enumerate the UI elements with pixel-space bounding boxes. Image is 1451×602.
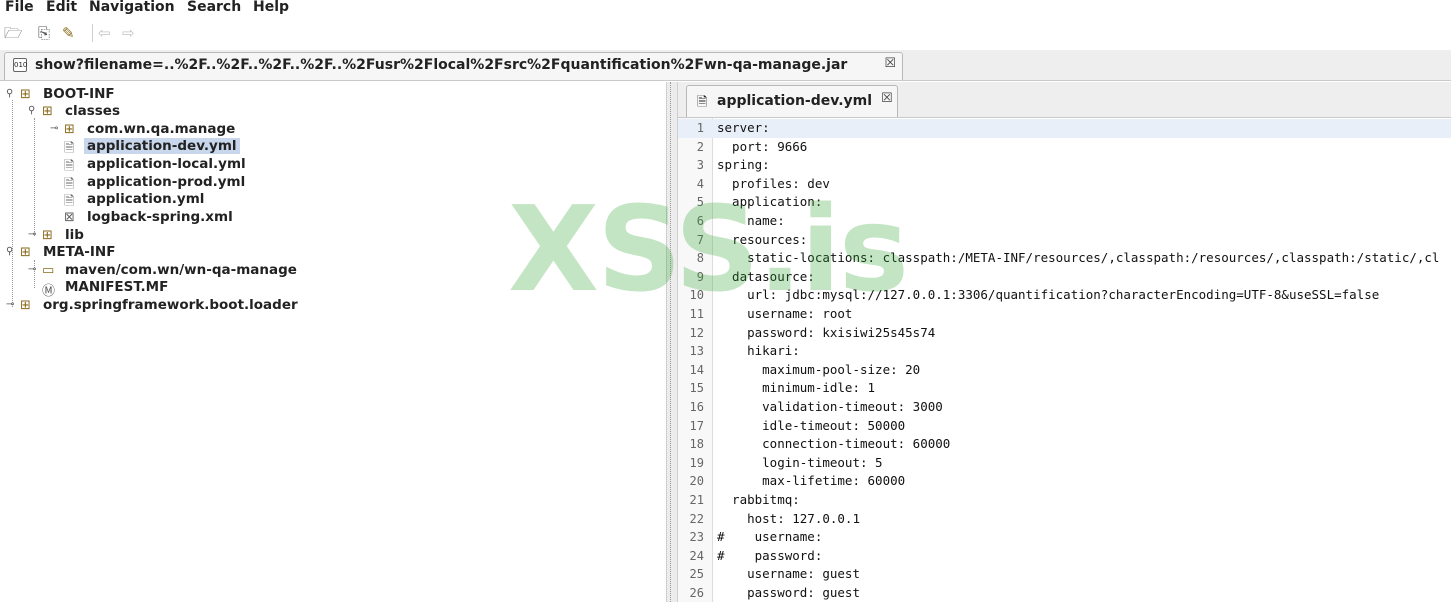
line-number: 16 — [689, 400, 704, 414]
file-icon: 🗎 — [697, 95, 708, 110]
expanded-toggle-icon[interactable]: ⚲ — [6, 88, 13, 99]
line-number: 3 — [696, 158, 704, 173]
watermark: XSS.is — [508, 184, 909, 314]
code-line: 16 validation-timeout: 3000 — [678, 398, 1451, 417]
tree-line — [12, 100, 13, 307]
code-line: 24 # password: — [678, 547, 1451, 566]
expanded-toggle-icon[interactable]: ⚲ — [28, 105, 35, 116]
line-number: 22 — [689, 511, 704, 526]
code-text: server: — [717, 120, 770, 135]
package-icon: ⊞ — [64, 122, 75, 137]
code-line: 19 login-timeout: 5 — [678, 454, 1451, 473]
jar-tab[interactable]: 010 show?filename=..%2F..%2F..%2F..%2F..… — [4, 52, 903, 80]
line-number: 2 — [696, 139, 704, 154]
file-tree: ⚲ ⊞ BOOT-INF ⚲ ⊞ classes ⊸ ⊞ com.wn.qa.m… — [0, 82, 666, 602]
code-line: 12 password: kxisiwi25s45s74 — [678, 324, 1451, 343]
code-line: 17 idle-timeout: 50000 — [678, 417, 1451, 436]
code-text: host: 127.0.0.1 — [717, 510, 860, 526]
menu-navigation[interactable]: Navigation — [89, 0, 175, 15]
code-text: # password: — [717, 547, 823, 563]
line-number: 21 — [689, 493, 704, 507]
line-number: 24 — [689, 548, 704, 563]
menu-search[interactable]: Search — [187, 0, 241, 15]
line-number: 23 — [689, 530, 704, 545]
divider-grip — [670, 82, 674, 602]
xml-file-icon: ⊠ — [64, 210, 75, 225]
toolbar: 🗁 ⎘ ✎ ⇦ ⇨ — [0, 18, 1451, 48]
line-number: 13 — [689, 344, 704, 359]
code-text: maximum-pool-size: 20 — [717, 361, 921, 377]
code-line: 14 maximum-pool-size: 20 — [678, 361, 1451, 380]
forward-arrow-icon[interactable]: ⇨ — [122, 24, 135, 42]
code-text: login-timeout: 5 — [717, 454, 883, 470]
line-number: 18 — [689, 437, 704, 452]
code-line: 15 minimum-idle: 1 — [678, 379, 1451, 398]
line-number: 1 — [696, 121, 704, 135]
close-icon[interactable]: ☒ — [881, 91, 893, 106]
code-line: 20 max-lifetime: 60000 — [678, 472, 1451, 491]
code-text: spring: — [717, 157, 770, 173]
code-line: 26 password: guest — [678, 584, 1451, 602]
editor-pane: 🗎 application-dev.yml ☒ 1 server: 2 port: … — [678, 82, 1451, 602]
menu-file[interactable]: File — [5, 0, 34, 15]
close-icon[interactable]: ☒ — [884, 56, 896, 71]
code-text: hikari: — [717, 343, 800, 359]
package-icon: ⊞ — [20, 298, 31, 313]
package-icon: ⊞ — [20, 87, 31, 102]
line-number: 15 — [689, 381, 704, 396]
code-text: password: kxisiwi25s45s74 — [717, 324, 936, 340]
jar-tab-label: show?filename=..%2F..%2F..%2F..%2F..%2Fu… — [35, 57, 848, 73]
code-text: connection-timeout: 60000 — [717, 436, 951, 452]
code-text: port: 9666 — [717, 138, 808, 154]
code-text: validation-timeout: 3000 — [717, 399, 943, 414]
code-line: 2 port: 9666 — [678, 138, 1451, 157]
package-icon: ⊞ — [42, 104, 53, 119]
menu-edit[interactable]: Edit — [46, 0, 77, 15]
menu-help[interactable]: Help — [253, 0, 289, 15]
code-line: 1 server: — [678, 119, 1451, 138]
collapsed-toggle-icon[interactable]: ⊸ — [28, 264, 36, 275]
line-number: 26 — [689, 586, 704, 600]
collapsed-toggle-icon[interactable]: ⊸ — [28, 229, 36, 240]
code-text: password: guest — [717, 585, 860, 600]
editor-tab-strip: 🗎 application-dev.yml ☒ — [678, 82, 1451, 118]
code-text: idle-timeout: 50000 — [717, 417, 906, 433]
code-line: 25 username: guest — [678, 565, 1451, 584]
line-number: 17 — [689, 418, 704, 433]
open-folder-icon[interactable]: 🗁 — [4, 24, 23, 42]
line-number: 12 — [689, 325, 704, 340]
expanded-toggle-icon[interactable]: ⚲ — [6, 246, 13, 257]
code-text: # username: — [717, 529, 823, 545]
code-text: rabbitmq: — [717, 492, 800, 507]
line-number: 25 — [689, 567, 704, 582]
collapsed-toggle-icon[interactable]: ⊸ — [6, 299, 14, 310]
back-arrow-icon[interactable]: ⇦ — [98, 24, 111, 42]
split-pane-divider[interactable] — [666, 82, 678, 602]
code-line: 3 spring: — [678, 156, 1451, 175]
menu-bar: File Edit Navigation Search Help — [0, 0, 1451, 18]
tree-line — [34, 118, 35, 236]
code-line: 23 # username: — [678, 528, 1451, 547]
line-number: 14 — [689, 362, 704, 377]
code-text: minimum-idle: 1 — [717, 380, 876, 396]
wand-icon[interactable]: ✎ — [62, 24, 75, 42]
line-number: 19 — [689, 455, 704, 470]
package-icon: ⊞ — [42, 228, 53, 243]
package-icon: ⊞ — [20, 245, 31, 260]
code-line: 22 host: 127.0.0.1 — [678, 510, 1451, 529]
folder-icon: ▭ — [42, 263, 55, 278]
tab-application-dev-yml[interactable]: 🗎 application-dev.yml ☒ — [686, 85, 898, 117]
editor-tab-label: application-dev.yml — [717, 93, 873, 109]
code-line: 21 rabbitmq: — [678, 491, 1451, 510]
code-line: 13 hikari: — [678, 342, 1451, 361]
outer-tab-strip: 010 show?filename=..%2F..%2F..%2F..%2F..… — [0, 50, 1451, 81]
collapsed-toggle-icon[interactable]: ⊸ — [50, 123, 58, 134]
toolbar-separator — [92, 24, 93, 42]
open-archive-icon[interactable]: ⎘ — [38, 24, 50, 42]
code-text: max-lifetime: 60000 — [717, 473, 906, 489]
code-text: username: guest — [717, 566, 860, 582]
jar-file-icon: 010 — [13, 58, 27, 72]
line-number: 20 — [689, 474, 704, 489]
code-line: 18 connection-timeout: 60000 — [678, 435, 1451, 454]
